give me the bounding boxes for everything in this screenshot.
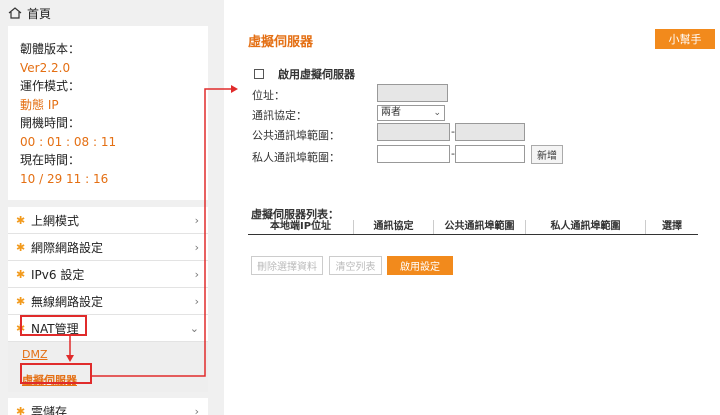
chevron-right-icon: ›	[194, 295, 199, 308]
mode-value: 動態 IP	[20, 97, 59, 112]
protocol-value: 兩者	[381, 107, 401, 118]
chevron-right-icon: ›	[194, 405, 199, 415]
annotation-box-nat	[20, 315, 87, 336]
column-header-select: 選擇	[662, 221, 682, 232]
gear-icon: ✱	[16, 213, 26, 227]
protocol-select[interactable]: 兩者 ⌄	[377, 105, 445, 121]
clear-list-button[interactable]: 清空列表	[329, 256, 382, 275]
private-port-start-input[interactable]	[377, 145, 450, 163]
home-link[interactable]: 首頁	[0, 0, 215, 26]
public-port-start-input	[377, 123, 450, 141]
mode-label: 運作模式：	[20, 79, 81, 93]
annotation-box-virtual-server	[20, 363, 92, 384]
address-label: 位址：	[252, 89, 285, 102]
apply-button[interactable]: 啟用設定	[387, 256, 453, 275]
private-port-label: 私人通訊埠範圍：	[252, 151, 340, 164]
sidebar-item-label: 雲儲存	[31, 404, 68, 415]
home-icon	[8, 7, 22, 19]
sidebar-item-label: 上網模式	[31, 213, 80, 228]
column-header-protocol: 通訊協定	[354, 220, 434, 234]
public-port-end-input	[455, 123, 525, 141]
sidebar-item-internet-settings[interactable]: ✱ 網際網路設定 ›	[8, 234, 208, 261]
uptime-value: 00 : 01 : 08 : 11	[20, 134, 117, 149]
sidebar-item-internet-mode[interactable]: ✱ 上網模式 ›	[8, 207, 208, 234]
page-title: 虛擬伺服器	[248, 35, 314, 50]
firmware-label: 韌體版本：	[20, 42, 81, 56]
home-label: 首頁	[27, 6, 52, 21]
chevron-right-icon: ›	[194, 214, 199, 227]
chevron-right-icon: ›	[194, 268, 199, 281]
chevron-down-icon: ⌄	[189, 322, 199, 335]
main-panel: 虛擬伺服器 小幫手 啟用虛擬伺服器 位址： 通訊協定： 兩者 ⌄ 公共通訊埠範圍…	[224, 0, 720, 415]
status-info-box: 韌體版本： Ver2.2.0 運作模式： 動態 IP 開機時間： 00 : 01…	[8, 26, 208, 200]
help-button[interactable]: 小幫手	[655, 29, 715, 49]
sidebar-item-label: 網際網路設定	[31, 240, 104, 255]
protocol-label: 通訊協定：	[252, 109, 307, 122]
sidebar-item-ipv6[interactable]: ✱ IPv6 設定 ›	[8, 261, 208, 288]
enable-checkbox[interactable]	[254, 69, 264, 79]
sidebar-item-cloud-storage[interactable]: ✱ 雲儲存 ›	[8, 398, 208, 415]
uptime-label: 開機時間：	[20, 116, 81, 130]
enable-virtual-server-row[interactable]: 啟用虛擬伺服器	[254, 66, 355, 82]
chevron-down-icon: ⌄	[433, 108, 441, 118]
gear-icon: ✱	[16, 404, 26, 415]
private-port-end-input[interactable]	[455, 145, 525, 163]
gear-icon: ✱	[16, 267, 26, 281]
chevron-right-icon: ›	[194, 241, 199, 254]
sidebar-item-wireless[interactable]: ✱ 無線網路設定 ›	[8, 288, 208, 315]
current-time-label: 現在時間：	[20, 153, 81, 167]
firmware-value: Ver2.2.0	[20, 60, 71, 75]
current-time-value: 10 / 29 11 : 16	[20, 171, 109, 186]
enable-label: 啟用虛擬伺服器	[278, 68, 355, 81]
public-port-label: 公共通訊埠範圍：	[252, 129, 340, 142]
column-header-public-port: 公共通訊埠範圍	[434, 220, 526, 234]
sidebar-item-label: 無線網路設定	[31, 294, 104, 309]
column-header-private-port: 私人通訊埠範圍	[526, 220, 646, 234]
column-header-local-ip: 本地端IP位址	[248, 220, 354, 234]
gear-icon: ✱	[16, 240, 26, 254]
add-button[interactable]: 新增	[531, 145, 563, 164]
sidebar-item-label: IPv6 設定	[31, 267, 85, 282]
gear-icon: ✱	[16, 294, 26, 308]
address-input	[377, 84, 448, 102]
delete-selected-button[interactable]: 刪除選擇資料	[251, 256, 323, 275]
table-header: 本地端IP位址 通訊協定 公共通訊埠範圍 私人通訊埠範圍 選擇	[248, 220, 698, 235]
